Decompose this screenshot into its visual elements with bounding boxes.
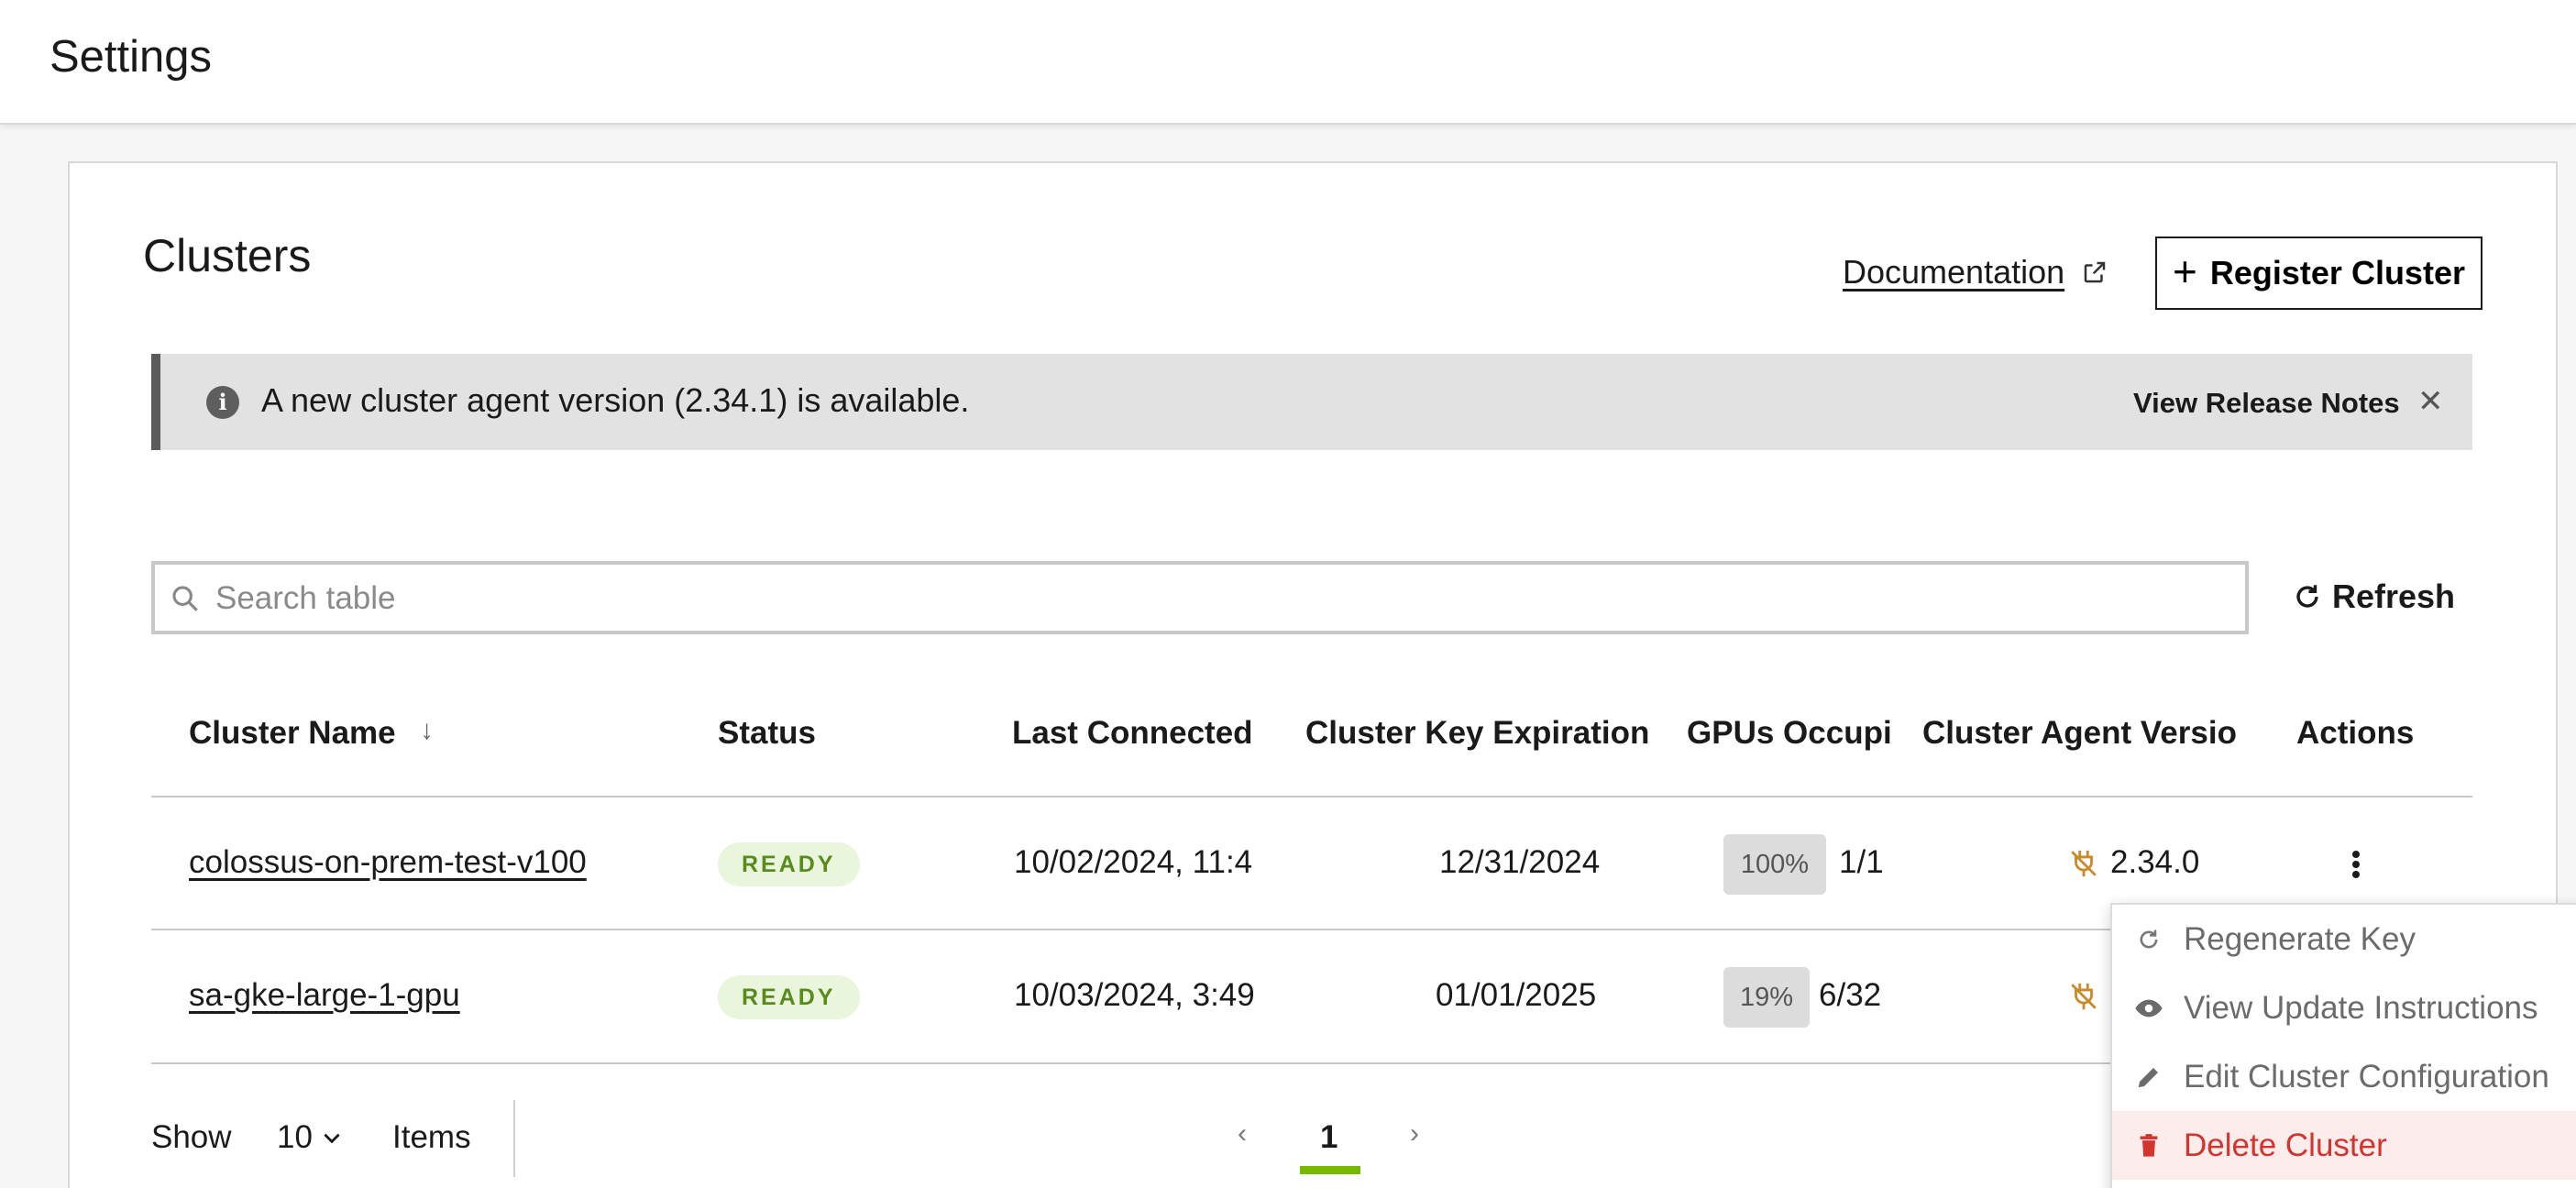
column-header-key-expiration[interactable]: Cluster Key Expiration bbox=[1305, 715, 1649, 752]
update-banner: i A new cluster agent version (2.34.1) i… bbox=[151, 354, 2472, 450]
register-cluster-label: Register Cluster bbox=[2209, 254, 2465, 292]
column-header-agent-version[interactable]: Cluster Agent Versio bbox=[1922, 715, 2237, 752]
status-badge: READY bbox=[718, 842, 860, 886]
show-label: Show bbox=[151, 1119, 232, 1155]
banner-message: A new cluster agent version (2.34.1) is … bbox=[261, 381, 970, 419]
column-header-gpus[interactable]: GPUs Occupi bbox=[1687, 715, 1892, 752]
key-expiration-cell: 12/31/2024 bbox=[1439, 844, 1601, 880]
pencil-icon bbox=[2132, 1061, 2165, 1094]
last-connected-cell: 10/03/2024, 3:49 bbox=[1014, 977, 1255, 1013]
last-connected-cell: 10/02/2024, 11:4 bbox=[1014, 844, 1253, 880]
row-actions-menu-icon[interactable] bbox=[2342, 848, 2370, 885]
menu-item-label: View Update Instructions bbox=[2184, 989, 2538, 1026]
column-header-last-connected[interactable]: Last Connected bbox=[1012, 715, 1253, 752]
page-size-select[interactable]: 10 bbox=[277, 1119, 344, 1156]
page-title: Settings bbox=[50, 32, 213, 82]
table-header-divider bbox=[151, 796, 2472, 798]
documentation-link-label: Documentation bbox=[1843, 253, 2065, 291]
key-expiration-cell: 01/01/2025 bbox=[1436, 977, 1597, 1013]
eye-icon bbox=[2132, 992, 2165, 1025]
close-icon[interactable]: ✕ bbox=[2417, 383, 2444, 420]
search-input[interactable] bbox=[215, 570, 2232, 627]
previous-page-icon[interactable]: ‹ bbox=[1238, 1118, 1247, 1150]
search-icon bbox=[172, 586, 198, 611]
refresh-button[interactable]: Refresh bbox=[2292, 578, 2455, 616]
items-label: Items bbox=[392, 1119, 471, 1155]
next-page-icon[interactable]: › bbox=[1410, 1118, 1419, 1150]
top-bar: Settings bbox=[0, 0, 2576, 125]
column-header-cluster-name[interactable]: Cluster Name bbox=[189, 715, 396, 752]
plus-icon: + bbox=[2173, 248, 2197, 295]
sort-descending-icon[interactable]: ↓ bbox=[420, 715, 434, 746]
status-badge: READY bbox=[718, 975, 860, 1019]
menu-item-view-update-instructions[interactable]: View Update Instructions bbox=[2112, 974, 2576, 1042]
page-size-value: 10 bbox=[277, 1119, 313, 1155]
gpu-count-cell: 1/1 bbox=[1839, 844, 1884, 880]
agent-version-cell: 2.34.0 bbox=[2110, 844, 2200, 880]
documentation-link[interactable]: Documentation bbox=[1843, 253, 2108, 292]
column-header-actions: Actions bbox=[2296, 715, 2415, 751]
trash-icon bbox=[2132, 1129, 2165, 1162]
info-icon: i bbox=[206, 386, 239, 419]
current-page-number[interactable]: 1 bbox=[1320, 1119, 1338, 1156]
register-cluster-button[interactable]: + Register Cluster bbox=[2155, 236, 2482, 310]
refresh-icon bbox=[2132, 923, 2165, 956]
view-release-notes-link[interactable]: View Release Notes bbox=[2133, 387, 2400, 420]
menu-item-edit-cluster-configuration[interactable]: Edit Cluster Configuration bbox=[2112, 1042, 2576, 1111]
gpu-percent-badge: 19% bbox=[1723, 967, 1810, 1028]
cluster-name-link[interactable]: sa-gke-large-1-gpu bbox=[189, 977, 460, 1014]
refresh-icon bbox=[2296, 585, 2318, 608]
menu-item-label: Edit Cluster Configuration bbox=[2184, 1058, 2549, 1094]
footer-divider bbox=[513, 1100, 515, 1177]
menu-item-label: Regenerate Key bbox=[2184, 920, 2416, 957]
search-box bbox=[151, 561, 2249, 634]
column-header-status[interactable]: Status bbox=[718, 715, 816, 752]
plug-disconnected-icon bbox=[2071, 983, 2097, 1010]
gpu-percent-badge: 100% bbox=[1723, 834, 1826, 895]
external-link-icon bbox=[2084, 261, 2106, 283]
row-actions-menu: Regenerate Key View Update Instructions … bbox=[2110, 903, 2576, 1188]
section-title: Clusters bbox=[143, 230, 312, 281]
chevron-down-icon bbox=[324, 1133, 340, 1144]
cluster-name-link[interactable]: colossus-on-prem-test-v100 bbox=[189, 844, 587, 881]
refresh-label: Refresh bbox=[2332, 578, 2456, 615]
menu-item-delete-cluster[interactable]: Delete Cluster bbox=[2112, 1111, 2576, 1180]
plug-disconnected-icon bbox=[2071, 850, 2097, 877]
gpu-count-cell: 6/32 bbox=[1819, 977, 1882, 1013]
menu-item-regenerate-key[interactable]: Regenerate Key bbox=[2112, 905, 2576, 974]
menu-item-label: Delete Cluster bbox=[2184, 1127, 2387, 1163]
current-page-indicator bbox=[1300, 1166, 1360, 1174]
